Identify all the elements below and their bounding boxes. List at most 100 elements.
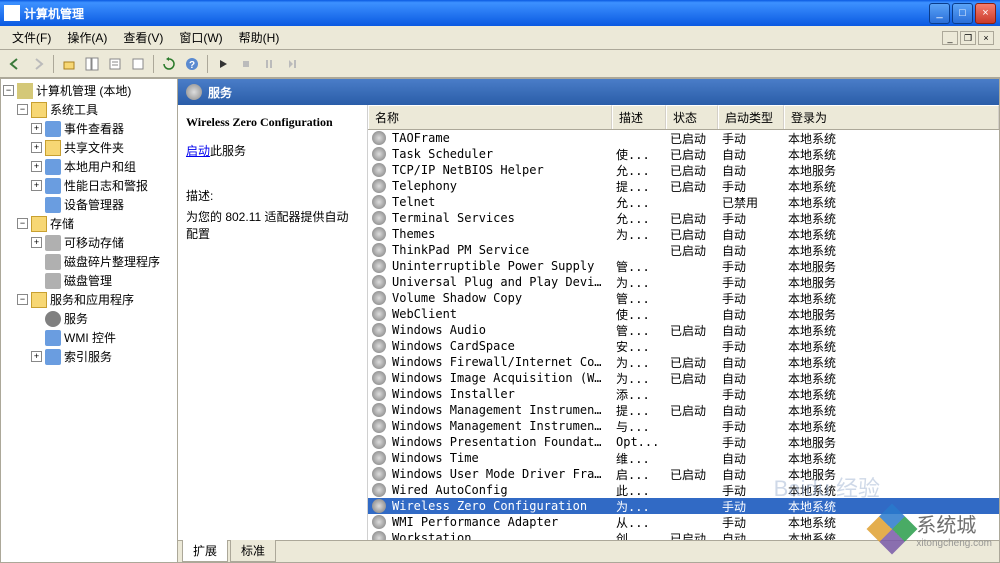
service-row[interactable]: TCP/IP NetBIOS Helper允...已启动自动本地服务 — [368, 162, 999, 178]
list-body[interactable]: TAOFrame已启动手动本地系统Task Scheduler使...已启动自动… — [368, 130, 999, 540]
service-row[interactable]: Themes为...已启动自动本地系统 — [368, 226, 999, 242]
service-row[interactable]: Windows Management Instrumentation提...已启… — [368, 402, 999, 418]
menu-action[interactable]: 操作(A) — [59, 27, 115, 48]
collapse-icon[interactable]: − — [17, 104, 28, 115]
tree-perf-logs[interactable]: +性能日志和警报 — [3, 176, 175, 195]
tree-removable[interactable]: +可移动存储 — [3, 233, 175, 252]
column-header-desc[interactable]: 描述 — [612, 105, 666, 129]
cell-startup: 自动 — [718, 146, 784, 163]
cell-startup: 自动 — [718, 354, 784, 371]
expand-icon[interactable]: + — [31, 123, 42, 134]
service-row[interactable]: Uninterruptible Power Supply管...手动本地服务 — [368, 258, 999, 274]
menu-view[interactable]: 查看(V) — [115, 27, 171, 48]
cell-logon: 本地系统 — [784, 130, 999, 147]
cell-name: WebClient — [388, 307, 612, 321]
tree-wmi[interactable]: WMI 控件 — [3, 328, 175, 347]
service-row[interactable]: Telnet允...已禁用本地系统 — [368, 194, 999, 210]
column-header-logon[interactable]: 登录为 — [784, 105, 999, 129]
help-button[interactable]: ? — [181, 53, 203, 75]
expand-icon[interactable]: + — [31, 161, 42, 172]
tree-shared-folders[interactable]: +共享文件夹 — [3, 138, 175, 157]
mdi-minimize-button[interactable]: _ — [942, 31, 958, 45]
collapse-icon[interactable]: − — [17, 218, 28, 229]
column-header-name[interactable]: 名称 — [368, 105, 612, 129]
service-row[interactable]: Telephony提...已启动手动本地系统 — [368, 178, 999, 194]
export-button[interactable] — [127, 53, 149, 75]
gear-icon — [372, 195, 386, 209]
service-row[interactable]: WebClient使...自动本地服务 — [368, 306, 999, 322]
tree-system-tools[interactable]: −系统工具 — [3, 100, 175, 119]
menu-window[interactable]: 窗口(W) — [171, 27, 230, 48]
service-row[interactable]: Universal Plug and Play Device Host为...手… — [368, 274, 999, 290]
service-row[interactable]: WMI Performance Adapter从...手动本地系统 — [368, 514, 999, 530]
collapse-icon[interactable]: − — [17, 294, 28, 305]
description-text: 为您的 802.11 适配器提供自动配置 — [186, 208, 359, 242]
tree-defrag[interactable]: 磁盘碎片整理程序 — [3, 252, 175, 271]
stop-service-button[interactable] — [235, 53, 257, 75]
expand-icon[interactable]: + — [31, 142, 42, 153]
restart-service-button[interactable] — [281, 53, 303, 75]
expand-icon[interactable]: + — [31, 237, 42, 248]
cell-startup: 自动 — [718, 370, 784, 387]
tree-local-users[interactable]: +本地用户和组 — [3, 157, 175, 176]
service-row[interactable]: Windows User Mode Driver Framework启...已启… — [368, 466, 999, 482]
tab-extended[interactable]: 扩展 — [182, 540, 228, 562]
forward-button[interactable] — [27, 53, 49, 75]
service-row[interactable]: Windows Time维...自动本地系统 — [368, 450, 999, 466]
start-service-link[interactable]: 启动 — [186, 144, 210, 158]
service-row[interactable]: Windows Installer添...手动本地系统 — [368, 386, 999, 402]
cell-desc: 为... — [612, 498, 666, 515]
service-row[interactable]: Terminal Services允...已启动手动本地系统 — [368, 210, 999, 226]
svg-text:?: ? — [189, 60, 195, 71]
cell-name: Windows Time — [388, 451, 612, 465]
start-service-button[interactable] — [212, 53, 234, 75]
mdi-close-button[interactable]: × — [978, 31, 994, 45]
minimize-button[interactable]: _ — [929, 3, 950, 24]
collapse-icon[interactable]: − — [3, 85, 14, 96]
tree-device-manager[interactable]: 设备管理器 — [3, 195, 175, 214]
list-header: 名称 描述 状态 启动类型 登录为 — [368, 105, 999, 130]
service-row[interactable]: Task Scheduler使...已启动自动本地系统 — [368, 146, 999, 162]
properties-button[interactable] — [104, 53, 126, 75]
tree-services[interactable]: 服务 — [3, 309, 175, 328]
expand-icon[interactable]: + — [31, 351, 42, 362]
service-row[interactable]: Windows CardSpace安...手动本地系统 — [368, 338, 999, 354]
service-row[interactable]: Windows Firewall/Internet Connect...为...… — [368, 354, 999, 370]
service-row[interactable]: Windows Image Acquisition (WIA)为...已启动自动… — [368, 370, 999, 386]
tree-indexing[interactable]: +索引服务 — [3, 347, 175, 366]
tree-disk-mgmt[interactable]: 磁盘管理 — [3, 271, 175, 290]
service-row[interactable]: Wireless Zero Configuration为...手动本地系统 — [368, 498, 999, 514]
service-row[interactable]: Wired AutoConfig此...手动本地系统 — [368, 482, 999, 498]
refresh-button[interactable] — [158, 53, 180, 75]
gear-icon — [372, 371, 386, 385]
cell-startup: 自动 — [718, 306, 784, 323]
tree-pane[interactable]: −计算机管理 (本地) −系统工具 +事件查看器 +共享文件夹 +本地用户和组 … — [0, 78, 178, 563]
service-row[interactable]: Windows Presentation Foundation F...Opt.… — [368, 434, 999, 450]
service-row[interactable]: Workstation创...已启动自动本地系统 — [368, 530, 999, 540]
pause-service-button[interactable] — [258, 53, 280, 75]
folder-icon — [31, 102, 47, 118]
tab-standard[interactable]: 标准 — [230, 540, 276, 562]
service-row[interactable]: TAOFrame已启动手动本地系统 — [368, 130, 999, 146]
expand-icon[interactable]: + — [31, 180, 42, 191]
tree-root[interactable]: −计算机管理 (本地) — [3, 81, 175, 100]
service-row[interactable]: Windows Management Instrumentati...与...手… — [368, 418, 999, 434]
tree-storage[interactable]: −存储 — [3, 214, 175, 233]
close-button[interactable]: × — [975, 3, 996, 24]
mdi-restore-button[interactable]: ❐ — [960, 31, 976, 45]
service-row[interactable]: Windows Audio管...已启动自动本地系统 — [368, 322, 999, 338]
service-row[interactable]: Volume Shadow Copy管...手动本地系统 — [368, 290, 999, 306]
column-header-status[interactable]: 状态 — [666, 105, 718, 129]
cell-status: 已启动 — [666, 242, 718, 259]
service-row[interactable]: ThinkPad PM Service已启动自动本地系统 — [368, 242, 999, 258]
menu-file[interactable]: 文件(F) — [4, 27, 59, 48]
maximize-button[interactable]: □ — [952, 3, 973, 24]
cell-name: Workstation — [388, 531, 612, 540]
column-header-startup[interactable]: 启动类型 — [718, 105, 784, 129]
tree-services-apps[interactable]: −服务和应用程序 — [3, 290, 175, 309]
back-button[interactable] — [4, 53, 26, 75]
menu-help[interactable]: 帮助(H) — [231, 27, 288, 48]
up-button[interactable] — [58, 53, 80, 75]
tree-event-viewer[interactable]: +事件查看器 — [3, 119, 175, 138]
show-hide-tree-button[interactable] — [81, 53, 103, 75]
